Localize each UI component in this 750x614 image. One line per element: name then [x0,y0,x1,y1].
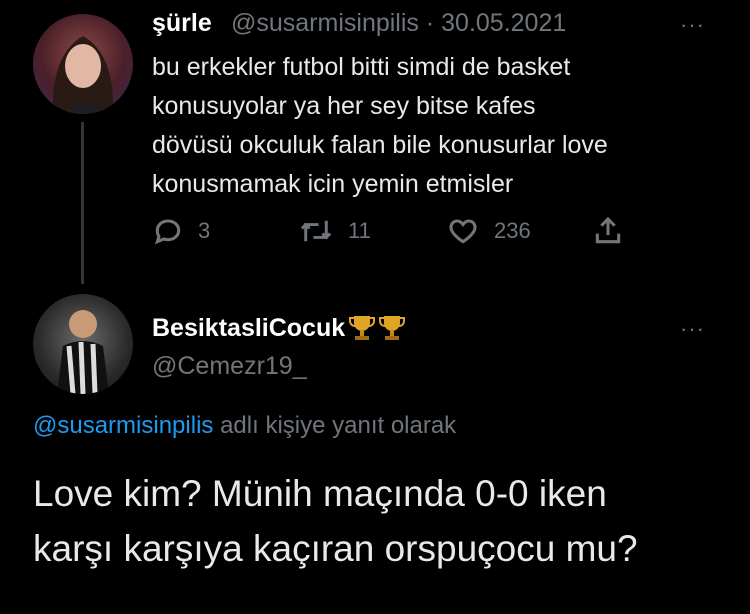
share-icon [595,216,621,244]
avatar[interactable] [33,14,133,114]
reply-handle[interactable]: @Cemezr19_ [152,352,307,381]
like-button[interactable]: 236 [446,215,531,247]
trophy-icon [379,316,406,340]
more-options-icon[interactable]: ··· [680,12,705,38]
more-options-icon[interactable]: ··· [680,316,705,342]
reply-text: Love kim? Münih maçında 0-0 iken karşı k… [33,473,638,569]
reply-author-name: BesiktasliCocuk [152,313,346,342]
display-name[interactable]: şürle [152,9,212,38]
reply-display-name[interactable]: BesiktasliCocuk [152,313,406,343]
replying-to-suffix: adlı kişiye yanıt olarak [213,412,457,439]
thread-line [81,122,84,284]
avatar[interactable] [33,294,133,394]
profile-photo [57,310,109,394]
mention-link[interactable]: @susarmisinpilis [33,412,213,439]
profile-photo [52,36,114,114]
share-button[interactable] [592,215,624,247]
retweet-icon [300,220,332,242]
trophy-icon [349,316,376,340]
retweet-button[interactable]: 11 [298,215,371,247]
reply-count: 3 [198,218,211,243]
replying-to: @susarmisinpilis adlı kişiye yanıt olara… [33,412,456,440]
retweet-count: 11 [348,218,371,243]
reply-icon [154,219,181,245]
like-count: 236 [494,218,531,243]
handle-date[interactable]: @susarmisinpilis · 30.05.2021 [231,9,566,38]
heart-icon [449,219,477,244]
tweet-text: bu erkekler futbol bitti simdi de basket… [152,53,608,198]
tweet-actions: 3 11 236 [152,215,632,255]
reply-button[interactable]: 3 [152,215,210,247]
